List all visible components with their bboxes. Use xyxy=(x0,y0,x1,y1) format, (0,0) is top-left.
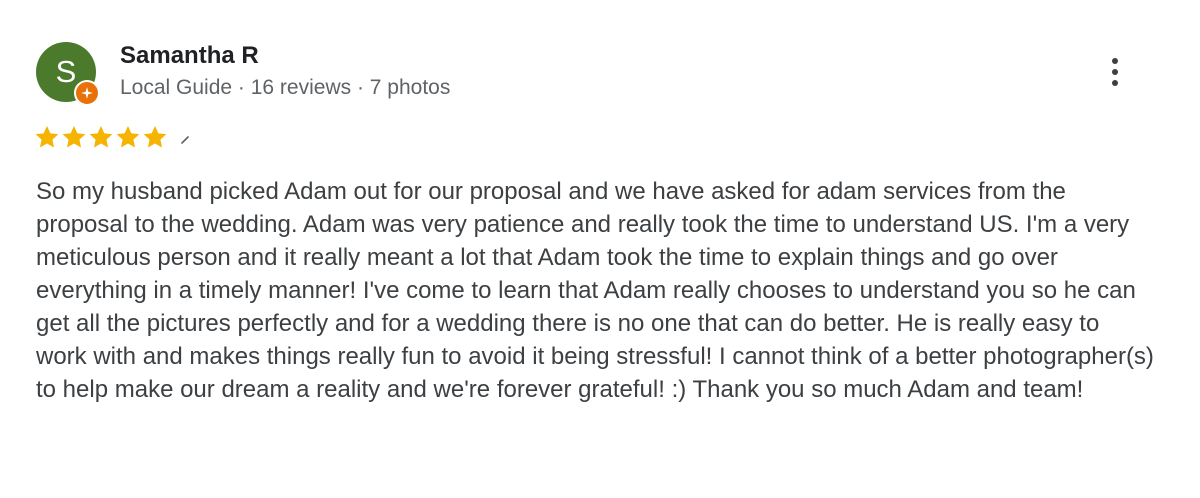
local-guide-badge-icon xyxy=(74,80,100,106)
star-icon xyxy=(116,125,140,148)
review-text: So my husband picked Adam out for our pr… xyxy=(36,178,1154,403)
reviewer-name[interactable]: Samantha R xyxy=(120,42,259,70)
review-card: S Samantha R Local Guide · 16 reviews · … xyxy=(0,0,1200,498)
star-icon xyxy=(143,125,167,148)
star-icon xyxy=(62,125,86,148)
star-rating xyxy=(34,124,189,150)
reviewer-meta: Local Guide · 16 reviews · 7 photos xyxy=(120,76,451,99)
more-vert-icon xyxy=(1112,58,1118,64)
edited-mark-icon xyxy=(181,136,189,144)
more-options-button[interactable] xyxy=(1100,52,1130,92)
reviewer-avatar[interactable]: S xyxy=(36,42,100,106)
star-icon xyxy=(89,125,113,148)
star-icon xyxy=(35,125,59,148)
